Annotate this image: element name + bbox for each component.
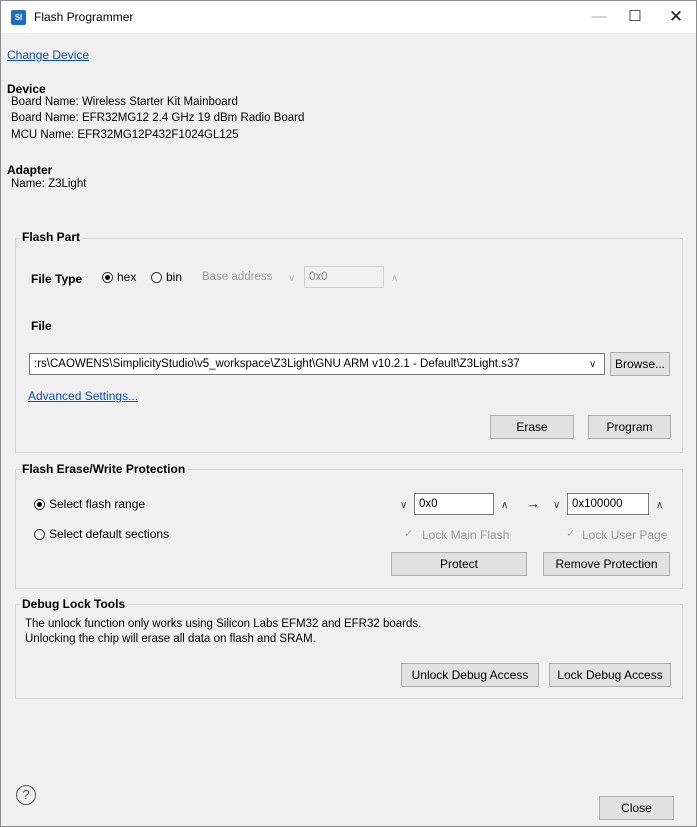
debug-lock-legend: Debug Lock Tools (20, 597, 128, 611)
erase-button[interactable]: Erase (490, 415, 574, 439)
lock-user-label: Lock User Page (582, 528, 668, 542)
close-button[interactable]: Close (599, 796, 674, 820)
debug-info-line-2: Unlocking the chip will erase all data o… (25, 633, 316, 645)
chevron-up-icon[interactable]: ∧ (391, 273, 398, 284)
title-bar: SI Flash Programmer — ☐ ✕ (1, 1, 696, 33)
chevron-up-icon[interactable]: ∧ (656, 500, 663, 511)
lock-main-label: Lock Main Flash (422, 528, 510, 542)
file-path-text: :rs\CAOWENS\SimplicityStudio\v5_workspac… (34, 358, 520, 370)
base-address-label: Base address (202, 271, 273, 283)
chevron-down-icon[interactable]: ∨ (288, 273, 295, 284)
chevron-down-icon[interactable]: ∨ (553, 500, 560, 511)
hex-label: hex (117, 270, 137, 284)
board-name-2: Board Name: EFR32MG12 2.4 GHz 19 dBm Rad… (11, 112, 305, 124)
chevron-up-icon[interactable]: ∧ (501, 500, 508, 511)
program-button[interactable]: Program (588, 415, 671, 439)
arrow-icon: → (527, 496, 540, 511)
file-type-label: File Type (31, 272, 83, 286)
lock-debug-button[interactable]: Lock Debug Access (549, 663, 671, 687)
protection-legend: Flash Erase/Write Protection (20, 462, 188, 476)
device-heading: Device (7, 82, 46, 96)
hex-radio[interactable] (102, 272, 113, 283)
debug-info-line-1: The unlock function only works using Sil… (25, 618, 422, 630)
bin-label: bin (166, 270, 183, 284)
adapter-name: Name: Z3Light (11, 178, 87, 190)
board-name-1: Board Name: Wireless Starter Kit Mainboa… (11, 96, 238, 108)
base-address-input[interactable]: 0x0 (304, 266, 384, 288)
mcu-name: MCU Name: EFR32MG12P432F1024GL125 (11, 129, 239, 141)
protect-button[interactable]: Protect (391, 552, 527, 576)
flash-part-legend: Flash Part (20, 230, 83, 244)
window-title: Flash Programmer (34, 10, 134, 24)
unlock-debug-button[interactable]: Unlock Debug Access (401, 663, 539, 687)
app-icon: SI (11, 10, 26, 25)
select-range-radio[interactable] (34, 499, 45, 510)
remove-protection-button[interactable]: Remove Protection (543, 552, 670, 576)
lock-main-checkbox[interactable]: ✓ (404, 529, 415, 540)
range-end-input[interactable]: 0x100000 (567, 493, 649, 515)
select-default-label: Select default sections (49, 527, 170, 541)
window-close-button[interactable]: ✕ (656, 1, 696, 33)
range-start-input[interactable]: 0x0 (414, 493, 494, 515)
file-label: File (31, 319, 52, 333)
adapter-heading: Adapter (7, 163, 53, 177)
change-device-link[interactable]: Change Device (7, 48, 89, 62)
maximize-button[interactable]: ☐ (615, 1, 655, 33)
select-default-radio[interactable] (34, 529, 45, 540)
chevron-down-icon[interactable]: ∨ (400, 500, 407, 511)
bin-radio[interactable] (151, 272, 162, 283)
browse-button[interactable]: Browse... (610, 352, 670, 376)
flash-programmer-window: SI Flash Programmer — ☐ ✕ Change Device … (0, 0, 697, 827)
advanced-settings-link[interactable]: Advanced Settings... (28, 389, 138, 403)
file-path-combo[interactable]: :rs\CAOWENS\SimplicityStudio\v5_workspac… (29, 353, 605, 375)
lock-user-checkbox[interactable]: ✓ (566, 529, 577, 540)
select-range-label: Select flash range (49, 497, 146, 511)
help-icon[interactable]: ? (16, 785, 36, 805)
chevron-down-icon[interactable]: ∨ (589, 359, 596, 370)
minimize-button[interactable]: — (579, 1, 619, 33)
